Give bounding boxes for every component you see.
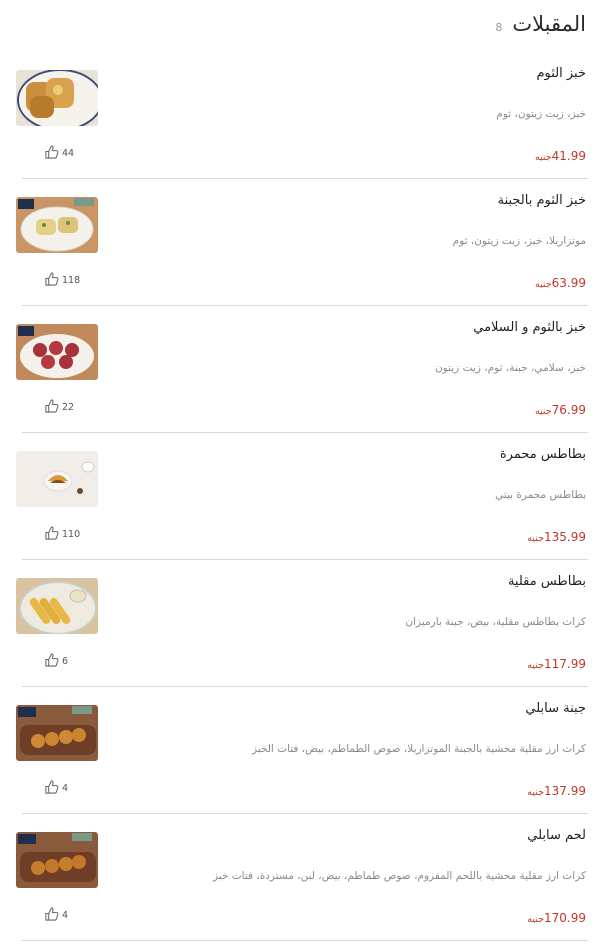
dish-name: بطاطس محمرة [499,447,586,462]
price-currency: جنيه [527,660,544,671]
menu-item[interactable]: خبز بالثوم و السلامي خبز، سلامي، جبنة، ث… [16,306,588,433]
dish-description: كرات ارز مقلية محشية بالجبنة الموتزاريلا… [251,743,586,755]
like-button[interactable]: 110 [44,526,80,543]
like-count: 110 [62,529,81,540]
dish-price: 170.99جنيه [527,907,586,926]
thumbs-up-icon [44,526,59,543]
dish-price: 137.99جنيه [527,780,586,799]
price-currency: جنيه [534,406,552,417]
price-currency: جنيه [527,787,544,798]
like-button[interactable]: 6 [44,653,68,670]
menu-item[interactable]: خبز الثوم خبز، زيت زيتون، ثوم 41.99جنيه … [16,52,588,179]
menu-item[interactable]: خبز الثوم بالجبنة موتزاريلا، خبز، زيت زي… [16,179,588,306]
dish-price: 41.99جنيه [535,145,586,164]
dish-name: جبنة سابلي [525,701,586,716]
dish-description: خبز، زيت زيتون، ثوم [496,108,586,120]
price-amount: 76.99 [551,403,586,417]
menu-item[interactable]: جبنة سابلي كرات ارز مقلية محشية بالجبنة … [16,687,588,814]
price-currency: جنيه [527,533,544,544]
dish-price: 63.99جنيه [535,272,586,291]
price-amount: 41.99 [551,149,586,163]
dish-description: بطاطس محمرة بيتي [495,489,586,501]
menu-list: خبز الثوم خبز، زيت زيتون، ثوم 41.99جنيه … [0,52,598,941]
price-amount: 117.99 [544,657,586,671]
dish-image[interactable] [16,197,98,253]
price-currency: جنيه [527,914,544,925]
dish-price: 135.99جنيه [527,526,586,545]
dish-name: خبز بالثوم و السلامي [473,320,586,335]
like-count: 4 [62,910,69,921]
dish-image[interactable] [16,70,98,126]
dish-description: خبز، سلامي، جبنة، ثوم، زيت زيتون [434,362,586,374]
like-button[interactable]: 22 [44,399,74,416]
dish-description: كرات بطاطس مقلية، بيض، جبنة بارميزان [405,616,586,628]
thumbs-up-icon [44,907,59,924]
dish-name: خبز الثوم بالجبنة [497,193,586,208]
like-count: 4 [62,783,69,794]
like-count: 22 [62,402,75,413]
like-button[interactable]: 4 [44,907,68,924]
price-amount: 63.99 [551,276,586,290]
thumbs-up-icon [44,399,59,416]
dish-description: كرات ارز مقلية محشية باللحم المفروم، صوص… [212,870,586,882]
dish-name: بطاطس مقلية [507,574,586,589]
dish-image[interactable] [16,578,98,634]
dish-image[interactable] [16,324,98,380]
dish-name: لحم سابلي [527,828,586,843]
like-count: 6 [62,656,69,667]
thumbs-up-icon [44,272,59,289]
price-amount: 135.99 [544,530,586,544]
dish-name: خبز الثوم [536,66,586,81]
like-button[interactable]: 44 [44,145,74,162]
dish-price: 76.99جنيه [535,399,586,418]
dish-image[interactable] [16,705,98,761]
price-currency: جنيه [534,152,552,163]
like-button[interactable]: 118 [44,272,80,289]
thumbs-up-icon [44,653,59,670]
dish-description: موتزاريلا، خبز، زيت زيتون، ثوم [452,235,586,247]
thumbs-up-icon [44,780,59,797]
section-header: المقبلات 8 [12,8,586,40]
item-count: 8 [495,20,503,34]
menu-item[interactable]: بطاطس مقلية كرات بطاطس مقلية، بيض، جبنة … [16,560,588,687]
price-amount: 170.99 [544,911,586,925]
section-title: المقبلات [512,12,586,36]
price-amount: 137.99 [544,784,586,798]
dish-image[interactable] [16,832,98,888]
menu-item[interactable]: بطاطس محمرة بطاطس محمرة بيتي 135.99جنيه … [16,433,588,560]
like-count: 118 [62,275,81,286]
thumbs-up-icon [44,145,59,162]
menu-item[interactable]: لحم سابلي كرات ارز مقلية محشية باللحم ال… [16,814,588,941]
dish-price: 117.99جنيه [527,653,586,672]
like-button[interactable]: 4 [44,780,68,797]
dish-image[interactable] [16,451,98,507]
price-currency: جنيه [534,279,552,290]
like-count: 44 [62,148,75,159]
